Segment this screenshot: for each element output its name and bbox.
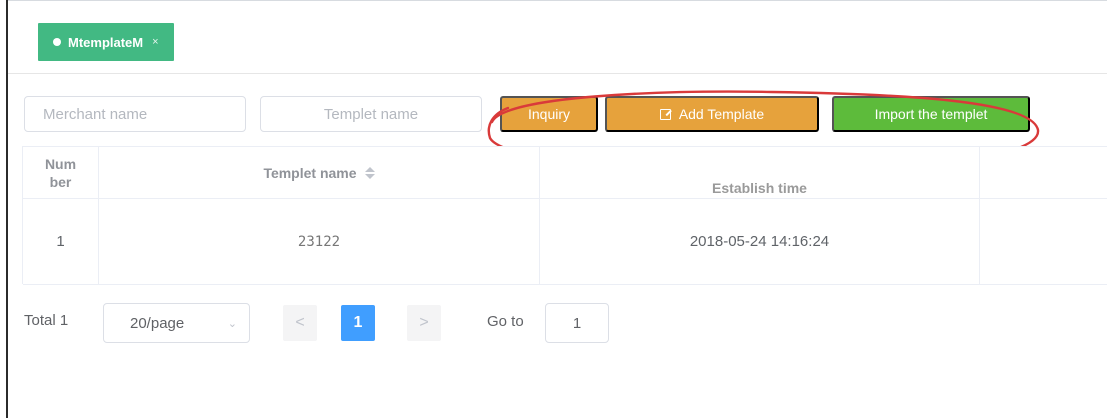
- tab-mtemplatem[interactable]: MtemplateM ×: [38, 23, 174, 61]
- sort-icon[interactable]: [364, 166, 375, 179]
- goto-page-input[interactable]: 1: [545, 303, 609, 343]
- chevron-down-icon: ⌄: [227, 318, 237, 330]
- pagination: Total 1 20/page ⌄ < 1 > Go to 1: [0, 300, 1107, 344]
- goto-label: Go to: [487, 313, 524, 330]
- window-top-edge: [8, 0, 1107, 6]
- previous-page-button[interactable]: <: [283, 305, 317, 341]
- tab-bar: MtemplateM ×: [8, 8, 1107, 74]
- row-templet-name: 23122: [99, 199, 540, 284]
- table-header: Num ber Templet name Establish time: [23, 147, 1107, 199]
- edit-icon: [659, 108, 671, 120]
- merchant-name-input[interactable]: Merchant name: [24, 96, 246, 132]
- header-templet-name-label: Templet name: [263, 164, 357, 181]
- page-1-button[interactable]: 1: [341, 305, 375, 341]
- add-template-label: Add Template: [678, 106, 765, 122]
- close-icon[interactable]: ×: [152, 36, 158, 48]
- row-actions: [980, 199, 1107, 284]
- window-left-edge: [0, 0, 8, 418]
- tab-label: MtemplateM: [68, 34, 144, 50]
- dot-icon: [53, 38, 61, 46]
- page-size-value: 20/page: [130, 314, 185, 332]
- row-establish-time: 2018-05-24 14:16:24: [540, 199, 980, 284]
- header-templet-name[interactable]: Templet name: [99, 147, 540, 198]
- header-number: Num ber: [23, 147, 99, 198]
- import-templet-button[interactable]: Import the templet: [832, 96, 1030, 132]
- header-actions: [980, 147, 1107, 198]
- row-number: 1: [23, 199, 99, 284]
- header-establish-time: Establish time: [540, 147, 980, 198]
- inquiry-button[interactable]: Inquiry: [500, 96, 598, 132]
- next-page-button[interactable]: >: [407, 305, 441, 341]
- templet-name-input[interactable]: Templet name: [260, 96, 482, 132]
- total-count: Total 1: [24, 312, 69, 329]
- template-table: Num ber Templet name Establish time 1 23…: [22, 146, 1107, 285]
- table-row[interactable]: 1 23122 2018-05-24 14:16:24: [23, 199, 1107, 285]
- add-template-button[interactable]: Add Template: [605, 96, 819, 132]
- page-size-select[interactable]: 20/page ⌄: [103, 303, 250, 343]
